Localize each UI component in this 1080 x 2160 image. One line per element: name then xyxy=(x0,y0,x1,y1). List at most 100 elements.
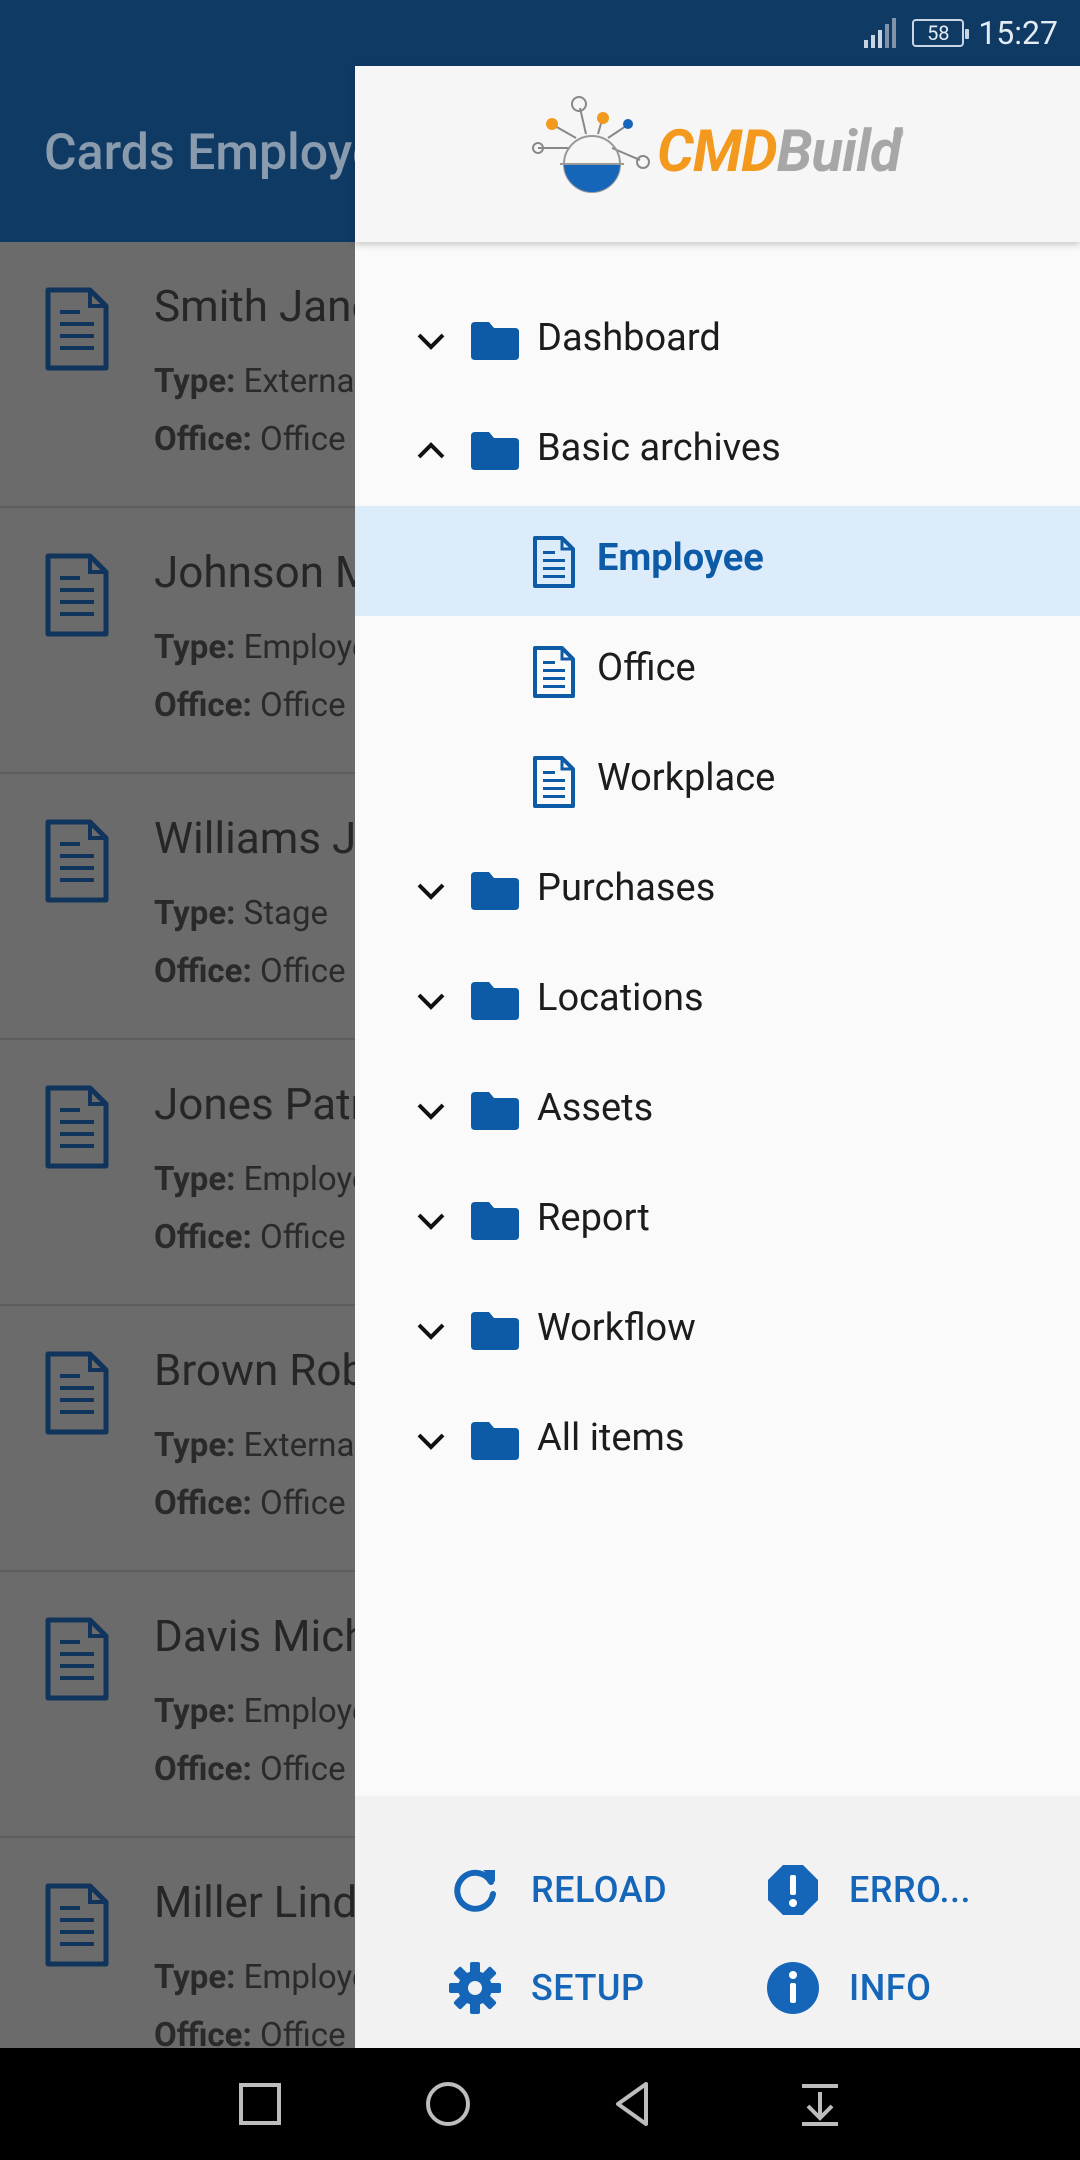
card-office: Office: Office xyxy=(154,1484,346,1523)
chevron-down-icon xyxy=(417,333,445,350)
home-icon[interactable] xyxy=(420,2076,476,2132)
menu-item-purchases[interactable]: Purchases xyxy=(355,836,1080,946)
document-icon xyxy=(45,1617,109,1701)
folder-icon xyxy=(471,872,519,910)
status-icons: 58 15:27 xyxy=(864,0,1058,66)
menu-item-label: Dashboard xyxy=(537,316,721,360)
errors-label: ERRO... xyxy=(849,1869,972,1911)
document-icon xyxy=(533,756,575,808)
drawer-header: CMDBuild ® xyxy=(355,66,1080,242)
reload-label: RELOAD xyxy=(531,1869,668,1911)
gear-icon xyxy=(449,1962,501,2014)
type-label: Type: xyxy=(154,1958,236,1997)
card-office: Office: Office xyxy=(154,420,346,459)
office-label: Office: xyxy=(154,952,252,991)
document-icon xyxy=(533,646,575,698)
menu-item-workflow[interactable]: Workflow xyxy=(355,1276,1080,1386)
type-label: Type: xyxy=(154,362,236,401)
menu-item-basic-archives[interactable]: Basic archives xyxy=(355,396,1080,506)
drawer-footer: RELOAD ERRO... SETUP INFO xyxy=(355,1796,1080,2048)
status-bar: 58 15:27 xyxy=(0,0,1080,66)
logo-registered: ® xyxy=(893,126,905,142)
menu-item-assets[interactable]: Assets xyxy=(355,1056,1080,1166)
folder-icon xyxy=(471,1092,519,1130)
document-icon xyxy=(45,1085,109,1169)
card-office: Office: Office xyxy=(154,1218,346,1257)
chevron-up-icon xyxy=(417,442,445,459)
document-icon xyxy=(45,819,109,903)
document-icon xyxy=(45,287,109,371)
office-value: Office xyxy=(259,420,346,459)
notification-pull-icon[interactable] xyxy=(792,2076,848,2132)
status-time: 15:27 xyxy=(978,14,1058,52)
menu-item-label: Workplace xyxy=(597,756,776,800)
info-label: INFO xyxy=(849,1967,932,2009)
menu-item-label: Employee xyxy=(597,536,764,580)
card-type: Type: Employee xyxy=(154,1160,387,1199)
type-value: External xyxy=(243,362,363,401)
logo-text: CMDBuild xyxy=(657,118,902,186)
folder-icon xyxy=(471,432,519,470)
logo-build: Build xyxy=(776,118,902,186)
menu-item-all-items[interactable]: All items xyxy=(355,1386,1080,1496)
card-office: Office: Office xyxy=(154,686,346,725)
menu-item-label: Report xyxy=(537,1196,650,1240)
type-label: Type: xyxy=(154,1426,236,1465)
office-label: Office: xyxy=(154,1218,252,1257)
setup-button[interactable]: SETUP xyxy=(447,1958,644,2018)
folder-icon xyxy=(471,982,519,1020)
chevron-down-icon xyxy=(417,1323,445,1340)
setup-label: SETUP xyxy=(531,1967,645,2009)
office-label: Office: xyxy=(154,1484,252,1523)
battery-level: 58 xyxy=(927,21,950,45)
reload-button[interactable]: RELOAD xyxy=(447,1860,667,1920)
menu-item-workplace[interactable]: Workplace xyxy=(355,726,1080,836)
menu-item-locations[interactable]: Locations xyxy=(355,946,1080,1056)
card-name: Smith Jane xyxy=(154,280,375,332)
info-button[interactable]: INFO xyxy=(765,1958,931,2018)
card-type: Type: External xyxy=(154,1426,362,1465)
system-nav-bar xyxy=(0,2048,1080,2160)
card-office: Office: Office xyxy=(154,1750,346,1789)
folder-icon xyxy=(471,322,519,360)
back-icon[interactable] xyxy=(606,2076,662,2132)
document-icon xyxy=(45,553,109,637)
office-label: Office: xyxy=(154,2016,252,2048)
menu-item-dashboard[interactable]: Dashboard xyxy=(355,286,1080,396)
type-value: External xyxy=(243,1426,363,1465)
menu-item-employee[interactable]: Employee xyxy=(355,506,1080,616)
type-label: Type: xyxy=(154,1692,236,1731)
menu-item-label: Purchases xyxy=(537,866,716,910)
card-type: Type: External xyxy=(154,362,362,401)
office-label: Office: xyxy=(154,420,252,459)
menu-item-label: Workflow xyxy=(537,1306,696,1350)
type-value: Stage xyxy=(243,894,329,933)
office-label: Office: xyxy=(154,1750,252,1789)
office-value: Office xyxy=(259,1218,346,1257)
type-label: Type: xyxy=(154,894,236,933)
card-office: Office: Office xyxy=(154,2016,346,2048)
card-type: Type: Stage xyxy=(154,894,328,933)
info-icon xyxy=(767,1962,819,2014)
card-type: Type: Employee xyxy=(154,1692,387,1731)
menu-item-report[interactable]: Report xyxy=(355,1166,1080,1276)
type-label: Type: xyxy=(154,1160,236,1199)
signal-icon xyxy=(864,18,897,48)
card-office: Office: Office xyxy=(154,952,346,991)
errors-button[interactable]: ERRO... xyxy=(765,1860,971,1920)
chevron-down-icon xyxy=(417,1433,445,1450)
office-value: Office xyxy=(259,952,346,991)
chevron-down-icon xyxy=(417,993,445,1010)
recents-icon[interactable] xyxy=(232,2076,288,2132)
office-value: Office xyxy=(259,2016,346,2048)
chevron-down-icon xyxy=(417,1103,445,1120)
reload-icon xyxy=(454,1869,496,1912)
menu-item-label: Office xyxy=(597,646,696,690)
document-icon xyxy=(45,1883,109,1967)
document-icon xyxy=(45,1351,109,1435)
chevron-down-icon xyxy=(417,883,445,900)
menu-item-office[interactable]: Office xyxy=(355,616,1080,726)
drawer-menu: Dashboard Basic archives Employee Office… xyxy=(355,286,1080,1496)
office-value: Office xyxy=(259,686,346,725)
logo-cmd: CMD xyxy=(657,118,778,186)
